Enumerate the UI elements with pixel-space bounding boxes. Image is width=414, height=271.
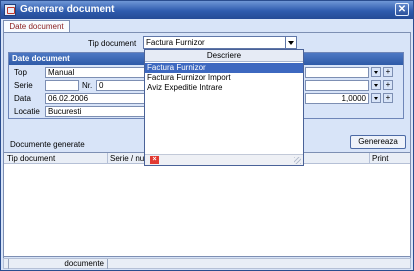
curs-field[interactable]: 1,0000: [305, 93, 369, 104]
status-bar: documente: [3, 258, 411, 269]
serie-label: Serie: [14, 81, 33, 90]
tip-document-combo[interactable]: Factura Furnizor: [143, 36, 297, 49]
column-header-tip[interactable]: Tip document: [7, 154, 55, 163]
dropdown-footer: ×: [145, 154, 303, 165]
column-divider: [107, 153, 108, 164]
tip-document-dropdown[interactable]: Descriere Factura Furnizor Factura Furni…: [144, 49, 304, 166]
column-divider: [369, 153, 370, 164]
right-field-1[interactable]: [305, 67, 369, 78]
locatie-label: Locatie: [14, 107, 40, 116]
top-label: Top: [14, 68, 27, 77]
column-header-print[interactable]: Print: [372, 154, 388, 163]
app-icon: [4, 4, 16, 16]
tip-document-label: Tip document: [88, 39, 137, 48]
add-icon[interactable]: +: [383, 93, 393, 103]
close-icon[interactable]: ✕: [395, 3, 409, 16]
right-field-2[interactable]: [305, 80, 369, 91]
window-title: Generare document: [20, 4, 115, 15]
chevron-down-icon[interactable]: [371, 80, 381, 90]
nr-field[interactable]: 0: [96, 80, 145, 91]
title-bar[interactable]: Generare document ✕: [1, 1, 413, 19]
locatie-field[interactable]: Bucuresti: [45, 106, 145, 117]
top-field[interactable]: Manual: [45, 67, 145, 78]
status-documente: documente: [8, 259, 108, 269]
add-icon[interactable]: +: [383, 80, 393, 90]
column-header-serie[interactable]: Serie / nu: [110, 154, 144, 163]
chevron-down-icon[interactable]: [371, 67, 381, 77]
dropdown-header: Descriere: [145, 50, 303, 62]
close-icon[interactable]: ×: [150, 156, 159, 164]
documente-generate-label: Documente generate: [10, 140, 85, 149]
dropdown-option[interactable]: Aviz Expeditie Intrare: [145, 83, 303, 93]
tip-document-value: Factura Furnizor: [146, 38, 205, 47]
data-field[interactable]: 06.02.2006: [45, 93, 145, 104]
generare-document-window: Generare document ✕ Date document Tip do…: [0, 0, 414, 271]
chevron-down-icon[interactable]: [285, 37, 296, 48]
add-icon[interactable]: +: [383, 67, 393, 77]
dropdown-option[interactable]: Factura Furnizor: [145, 63, 303, 73]
nr-label: Nr.: [82, 81, 93, 90]
genereaza-button[interactable]: Genereaza: [350, 135, 406, 149]
resize-grip-icon[interactable]: [294, 157, 301, 164]
serie-field[interactable]: [45, 80, 79, 91]
data-label: Data: [14, 94, 31, 103]
dropdown-option[interactable]: Factura Furnizor Import: [145, 73, 303, 83]
chevron-down-icon[interactable]: [371, 93, 381, 103]
documents-grid[interactable]: Tip document Serie / nu Print: [3, 152, 411, 257]
